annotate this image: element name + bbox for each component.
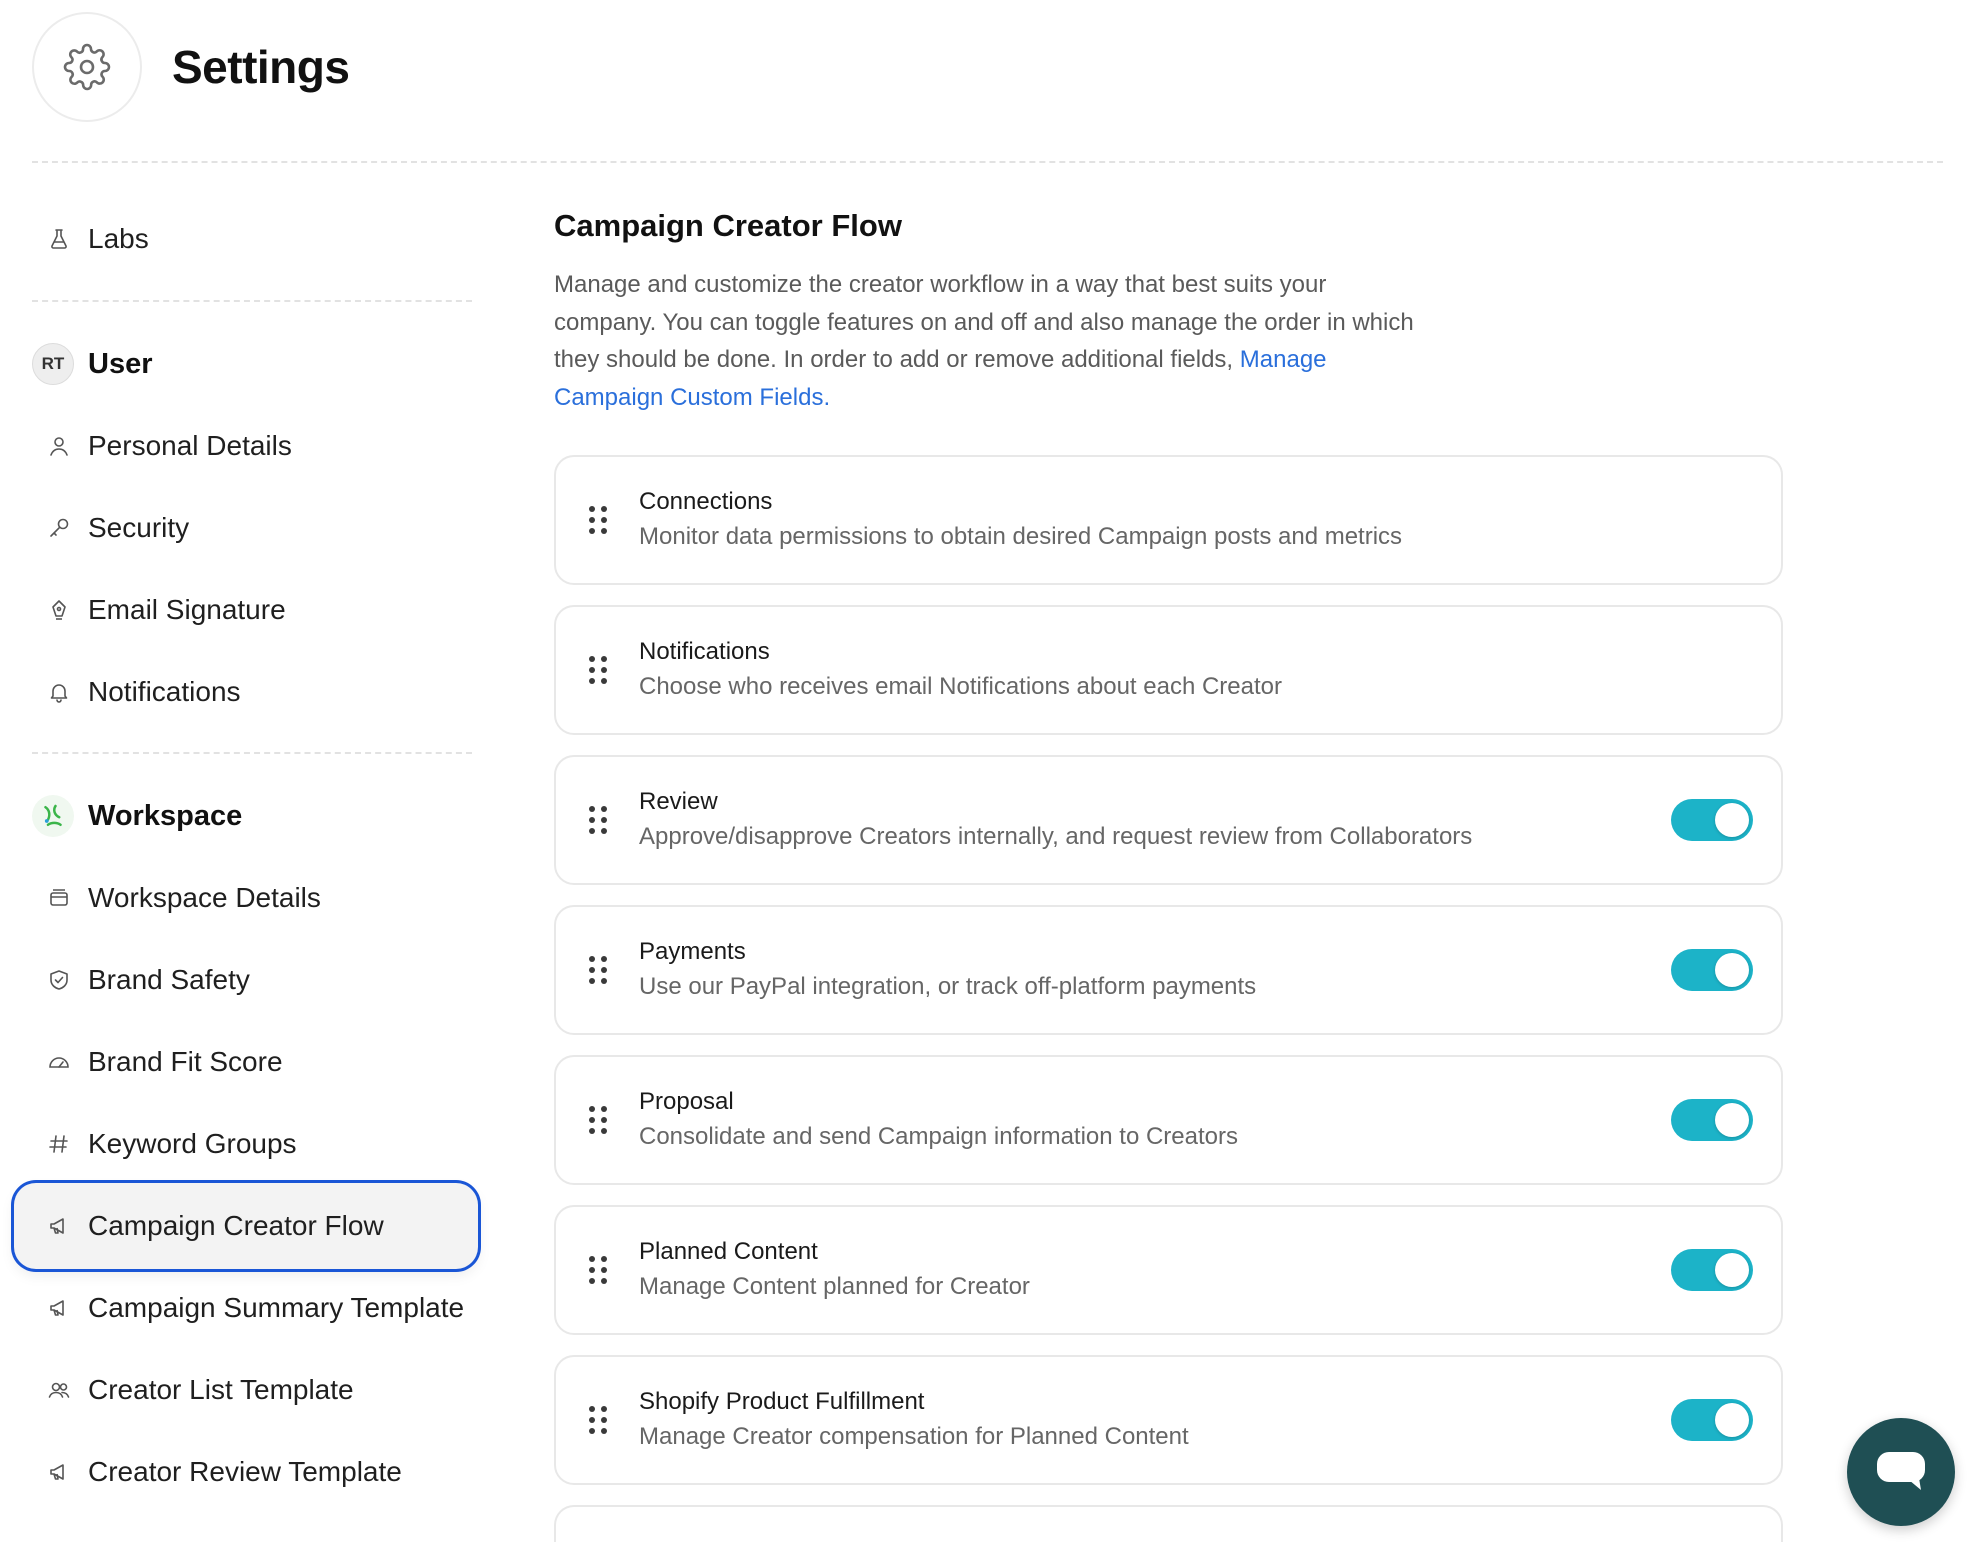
sidebar-item-label: Labs xyxy=(88,223,149,254)
payments-toggle[interactable] xyxy=(1671,949,1753,991)
sidebar-item-brand-safety[interactable]: Brand Safety xyxy=(32,950,472,1010)
step-title: Connections xyxy=(639,488,773,515)
link-suffix: . xyxy=(823,383,831,411)
section-label: User xyxy=(88,347,153,380)
sidebar-item-security[interactable]: Security xyxy=(32,498,472,558)
shopify-fulfillment-toggle[interactable] xyxy=(1671,1399,1753,1441)
flow-step-card[interactable]: Shopify Product Fulfillment Manage Creat… xyxy=(554,1355,1783,1485)
hash-icon xyxy=(44,1129,74,1159)
sidebar-item-label: Keyword Groups xyxy=(88,1128,297,1159)
key-icon xyxy=(44,513,74,543)
sidebar-divider xyxy=(32,752,472,754)
gauge-icon xyxy=(44,1047,74,1077)
sidebar-item-email-signature[interactable]: Email Signature xyxy=(32,580,472,640)
flow-step-card[interactable]: Connections Monitor data permissions to … xyxy=(554,455,1783,585)
chat-launcher-button[interactable] xyxy=(1847,1418,1955,1526)
step-title: Review xyxy=(639,788,718,815)
sidebar-divider xyxy=(32,300,472,302)
step-description: Use our PayPal integration, or track off… xyxy=(639,973,1257,1000)
settings-page: Settings Labs RT User Personal Details S… xyxy=(0,0,1967,1542)
sidebar-item-personal-details[interactable]: Personal Details xyxy=(32,416,472,476)
megaphone-icon xyxy=(44,1211,74,1241)
sidebar-item-label: Creator Review Template xyxy=(88,1456,402,1487)
people-icon xyxy=(44,1375,74,1405)
step-description: Monitor data permissions to obtain desir… xyxy=(639,523,1403,550)
step-title: Payments xyxy=(639,938,746,965)
person-icon xyxy=(44,431,74,461)
sidebar-item-label: Brand Fit Score xyxy=(88,1046,283,1077)
step-title: Proposal xyxy=(639,1088,734,1115)
flow-step-card[interactable]: Planned Content Manage Content planned f… xyxy=(554,1205,1783,1335)
sidebar-item-creator-review-template[interactable]: Creator Review Template xyxy=(32,1442,472,1502)
sidebar-item-keyword-groups[interactable]: Keyword Groups xyxy=(32,1114,472,1174)
drag-handle-icon[interactable] xyxy=(589,1106,609,1134)
toggle-knob xyxy=(1715,1103,1749,1137)
sidebar-item-label: Campaign Creator Flow xyxy=(88,1210,384,1241)
sidebar-item-campaign-creator-flow[interactable]: Campaign Creator Flow xyxy=(14,1183,478,1269)
sidebar-item-labs[interactable]: Labs xyxy=(32,209,472,269)
toggle-knob xyxy=(1715,953,1749,987)
flow-step-card[interactable]: Review Approve/disapprove Creators inter… xyxy=(554,755,1783,885)
step-title: Planned Content xyxy=(639,1238,818,1265)
workspace-logo-icon xyxy=(32,795,74,837)
proposal-toggle[interactable] xyxy=(1671,1099,1753,1141)
avatar: RT xyxy=(32,343,74,385)
step-description: Consolidate and send Campaign informatio… xyxy=(639,1123,1239,1150)
pen-nib-icon xyxy=(44,595,74,625)
flask-icon xyxy=(44,224,74,254)
toggle-knob xyxy=(1715,1253,1749,1287)
sidebar-item-brand-fit-score[interactable]: Brand Fit Score xyxy=(32,1032,472,1092)
review-toggle[interactable] xyxy=(1671,799,1753,841)
drag-handle-icon[interactable] xyxy=(589,1406,609,1434)
step-description: Choose who receives email Notifications … xyxy=(639,673,1282,700)
step-description: Manage Creator compensation for Planned … xyxy=(639,1423,1189,1450)
step-title: Notifications xyxy=(639,638,770,665)
chat-bubble-icon xyxy=(1877,1452,1925,1490)
section-label: Workspace xyxy=(88,799,243,832)
step-description: Approve/disapprove Creators internally, … xyxy=(639,823,1473,850)
page-header: Settings xyxy=(32,12,350,122)
flow-step-card[interactable]: Proposal Consolidate and send Campaign i… xyxy=(554,1055,1783,1185)
sidebar-item-label: Personal Details xyxy=(88,430,292,461)
flow-step-card[interactable]: Payments Use our PayPal integration, or … xyxy=(554,905,1783,1035)
workspace-section-header: Workspace xyxy=(32,786,242,846)
drag-handle-icon[interactable] xyxy=(589,656,609,684)
shield-check-icon xyxy=(44,965,74,995)
drag-handle-icon[interactable] xyxy=(589,506,609,534)
sidebar-item-label: Workspace Details xyxy=(88,882,321,913)
toggle-knob xyxy=(1715,803,1749,837)
main-content: Campaign Creator Flow Manage and customi… xyxy=(554,200,1784,416)
sidebar-item-notifications[interactable]: Notifications xyxy=(32,662,472,722)
window-icon xyxy=(44,883,74,913)
sidebar-item-label: Notifications xyxy=(88,676,241,707)
section-title: Campaign Creator Flow xyxy=(554,208,902,243)
sidebar-item-workspace-details[interactable]: Workspace Details xyxy=(32,868,472,928)
megaphone-icon xyxy=(44,1457,74,1487)
flow-step-card[interactable]: Notifications Choose who receives email … xyxy=(554,605,1783,735)
step-title: Shopify Product Fulfillment xyxy=(639,1388,925,1415)
drag-handle-icon[interactable] xyxy=(589,806,609,834)
header-divider xyxy=(32,161,1943,163)
step-description: Manage Content planned for Creator xyxy=(639,1273,1030,1300)
bell-icon xyxy=(44,677,74,707)
megaphone-icon xyxy=(44,1293,74,1323)
flow-step-card[interactable] xyxy=(554,1505,1783,1542)
user-section-header: RT User xyxy=(32,334,153,394)
drag-handle-icon[interactable] xyxy=(589,956,609,984)
page-title: Settings xyxy=(172,41,350,93)
sidebar-item-creator-list-template[interactable]: Creator List Template xyxy=(32,1360,472,1420)
sidebar-item-label: Email Signature xyxy=(88,594,286,625)
section-description: Manage and customize the creator workflo… xyxy=(554,266,1424,416)
sidebar-item-campaign-summary-template[interactable]: Campaign Summary Template xyxy=(32,1278,472,1338)
planned-content-toggle[interactable] xyxy=(1671,1249,1753,1291)
drag-handle-icon[interactable] xyxy=(589,1256,609,1284)
toggle-knob xyxy=(1715,1403,1749,1437)
sidebar-item-label: Campaign Summary Template xyxy=(88,1292,465,1323)
sidebar-item-label: Brand Safety xyxy=(88,964,250,995)
gear-icon xyxy=(32,12,142,122)
sidebar-item-label: Creator List Template xyxy=(88,1374,354,1405)
sidebar-item-label: Security xyxy=(88,512,190,543)
